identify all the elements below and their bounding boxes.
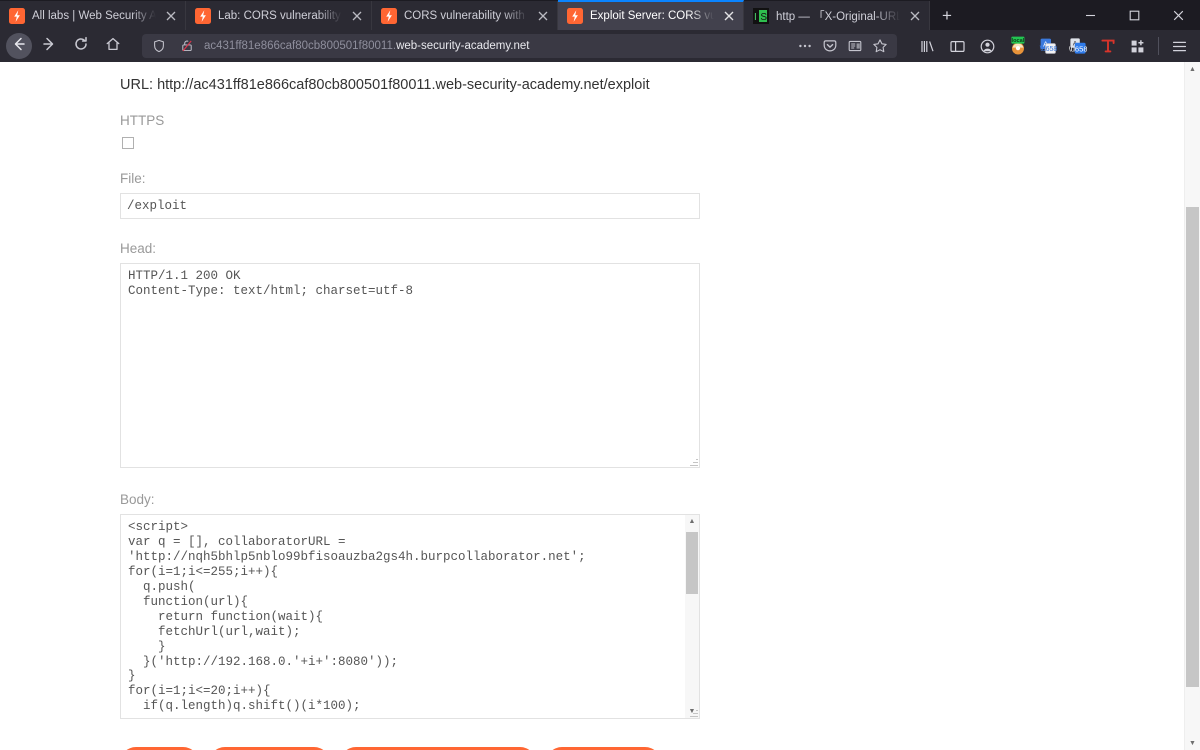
burp-suite-favicon-icon	[567, 8, 583, 24]
browser-tab-2[interactable]: Lab: CORS vulnerability with int	[186, 1, 372, 30]
local-badge-extension-icon[interactable]: local	[1003, 33, 1032, 59]
tab-strip: All labs | Web Security Academy Lab: COR…	[0, 0, 1200, 30]
close-window-button[interactable]	[1156, 0, 1200, 30]
hamburger-menu-icon[interactable]	[1165, 33, 1194, 59]
head-textarea-wrapper: HTTP/1.1 200 OK Content-Type: text/html;…	[120, 263, 700, 469]
reload-icon	[73, 36, 89, 57]
bookmark-star-icon[interactable]	[869, 36, 891, 56]
back-arrow-icon	[11, 36, 27, 57]
sidebars-icon[interactable]	[943, 33, 972, 59]
text-tool-extension-icon[interactable]	[1093, 33, 1122, 59]
tracking-protection-shield-icon[interactable]	[148, 36, 170, 56]
tab-list: All labs | Web Security Academy Lab: COR…	[0, 0, 1068, 30]
home-button[interactable]	[98, 33, 128, 59]
navigation-toolbar: ac431ff81e866caf80cb800501f80011.web-sec…	[0, 30, 1200, 62]
pocket-icon[interactable]	[819, 36, 841, 56]
tab-title: All labs | Web Security Academy	[32, 9, 156, 22]
reload-button[interactable]	[66, 33, 96, 59]
url-domain: web-security-academy.net	[396, 40, 530, 52]
https-checkbox[interactable]	[122, 136, 134, 149]
burp-suite-favicon-icon	[195, 7, 211, 24]
browser-tab-3[interactable]: CORS vulnerability with interna	[372, 1, 558, 30]
tab-close-icon[interactable]	[535, 8, 551, 24]
translate-extension-icon[interactable]: A\u6587	[1033, 33, 1062, 59]
back-button[interactable]	[6, 33, 32, 59]
tab-close-icon[interactable]	[721, 8, 737, 24]
home-icon	[105, 36, 121, 57]
svg-text:local: local	[1011, 38, 1024, 44]
url-prefix: ac431ff81e866caf80cb800501f80011.	[204, 40, 397, 52]
reader-icon[interactable]	[844, 36, 866, 56]
window-controls	[1068, 0, 1200, 30]
plus-icon: +	[942, 6, 952, 25]
account-icon[interactable]	[973, 33, 1002, 59]
head-textarea[interactable]: HTTP/1.1 200 OK Content-Type: text/html;…	[120, 263, 700, 469]
exploit-server-page: URL: http://ac431ff81e866caf80cb800501f8…	[0, 62, 1184, 750]
browser-tab-1[interactable]: All labs | Web Security Academy	[0, 1, 186, 30]
toolbar-separator	[1158, 37, 1159, 55]
body-scroll-thumb[interactable]	[686, 532, 698, 595]
body-label: Body:	[120, 492, 155, 508]
page-scroll-thumb[interactable]	[1186, 207, 1199, 687]
new-tab-button[interactable]: +	[930, 1, 964, 30]
body-textarea-wrapper: <script> var q = [], collaboratorURL = '…	[120, 514, 700, 720]
burp-suite-favicon-icon	[9, 7, 25, 24]
https-label: HTTPS	[120, 112, 165, 128]
ellipsis-icon[interactable]	[794, 36, 816, 56]
svg-text:I: I	[754, 12, 757, 23]
tab-title: http — 「X-Original-URL」および「	[776, 10, 900, 23]
file-label: File:	[120, 170, 146, 186]
address-bar[interactable]: ac431ff81e866caf80cb800501f80011.web-sec…	[142, 34, 897, 58]
svg-text:S: S	[760, 12, 767, 23]
translate-page-extension-icon[interactable]: A\u6587	[1063, 33, 1092, 59]
body-textarea[interactable]: <script> var q = [], collaboratorURL = '…	[120, 514, 700, 720]
scroll-down-arrow-icon[interactable]: ▼	[685, 705, 699, 718]
file-input[interactable]	[120, 193, 700, 220]
page-scroll-down-arrow-icon[interactable]: ▼	[1185, 736, 1200, 750]
svg-text:\u6587: \u6587	[1069, 44, 1087, 53]
library-icon[interactable]	[913, 33, 942, 59]
tab-close-icon[interactable]	[163, 8, 179, 24]
tab-title: Lab: CORS vulnerability with int	[218, 9, 342, 22]
tab-title: Exploit Server: CORS vulnerabili	[590, 10, 714, 22]
page-scrollbar[interactable]: ▲ ▼	[1184, 62, 1200, 750]
tab-close-icon[interactable]	[907, 8, 923, 24]
burp-suite-favicon-icon	[381, 7, 397, 24]
exploit-url-line: URL: http://ac431ff81e866caf80cb800501f8…	[120, 77, 650, 93]
head-label: Head:	[120, 241, 157, 257]
body-scroll-track[interactable]	[685, 528, 699, 705]
svg-text:\u6587: \u6587	[1039, 46, 1056, 53]
scroll-up-arrow-icon[interactable]: ▲	[685, 515, 699, 528]
toolbar-extensions: local A\u6587 A\u6587	[907, 33, 1194, 59]
is-favicon-icon: IS	[753, 7, 769, 24]
broken-lock-icon[interactable]	[176, 36, 198, 56]
browser-window: All labs | Web Security Academy Lab: COR…	[0, 0, 1200, 750]
minimize-button[interactable]	[1068, 0, 1112, 30]
tab-close-icon[interactable]	[349, 8, 365, 24]
forward-arrow-icon	[41, 36, 57, 57]
address-bar-actions	[794, 36, 891, 56]
page-scroll-up-arrow-icon[interactable]: ▲	[1185, 62, 1200, 76]
apps-grid-icon[interactable]	[1123, 33, 1152, 59]
forward-button[interactable]	[34, 33, 64, 59]
page-viewport: URL: http://ac431ff81e866caf80cb800501f8…	[0, 62, 1200, 750]
browser-tab-4-active[interactable]: Exploit Server: CORS vulnerabili	[558, 0, 744, 30]
address-bar-url: ac431ff81e866caf80cb800501f80011.web-sec…	[204, 40, 788, 52]
browser-tab-5[interactable]: IS http — 「X-Original-URL」および「	[744, 1, 930, 30]
page-scroll-track[interactable]	[1185, 76, 1200, 736]
body-textarea-scrollbar[interactable]: ▲ ▼	[685, 515, 699, 719]
tab-title: CORS vulnerability with interna	[404, 9, 528, 22]
exploit-server-form: URL: http://ac431ff81e866caf80cb800501f8…	[0, 62, 1184, 750]
maximize-button[interactable]	[1112, 0, 1156, 30]
